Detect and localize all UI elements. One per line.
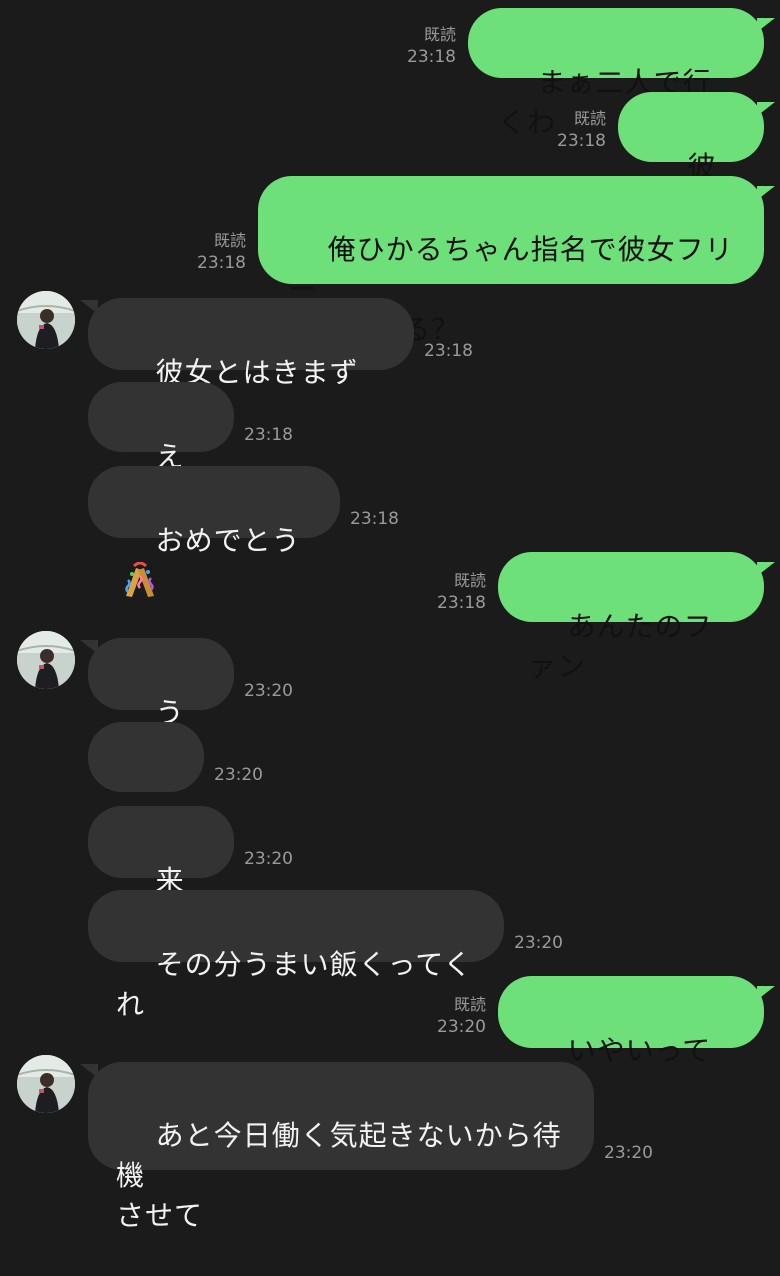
read-receipt: 既読 bbox=[453, 571, 486, 590]
timestamp: 23:18 bbox=[437, 593, 486, 613]
timestamp: 23:20 bbox=[214, 765, 263, 785]
bubble-tail bbox=[757, 562, 775, 576]
contact-avatar[interactable] bbox=[17, 1055, 75, 1113]
timestamp: 23:20 bbox=[514, 933, 563, 953]
timestamp: 23:20 bbox=[244, 681, 293, 701]
outgoing-message-bubble[interactable]: いやいってきた bbox=[498, 976, 764, 1107]
timestamp: 23:18 bbox=[350, 509, 399, 529]
read-receipt: 既読 bbox=[573, 109, 606, 128]
message-meta: 既読 23:20 bbox=[422, 994, 486, 1038]
timestamp: 23:18 bbox=[557, 131, 606, 151]
bubble-tail bbox=[757, 102, 775, 116]
outgoing-message-bubble[interactable]: あんたのファン bbox=[498, 552, 764, 683]
bubble-tail bbox=[757, 18, 775, 32]
bubble-tail bbox=[757, 186, 775, 200]
party-popper-icon bbox=[120, 561, 160, 598]
avatar-photo-icon bbox=[17, 1055, 75, 1113]
timestamp: 23:20 bbox=[437, 1017, 486, 1037]
incoming-message-bubble[interactable]: いや bbox=[88, 722, 204, 853]
contact-avatar[interactable] bbox=[17, 291, 75, 349]
avatar-photo-icon bbox=[17, 631, 75, 689]
read-receipt: 既読 bbox=[453, 995, 486, 1014]
incoming-message-bubble[interactable]: 来んな bbox=[88, 806, 234, 937]
outgoing-message-bubble[interactable]: 俺ひかるちゃん指名で彼女フリー ってできる？ bbox=[258, 176, 764, 346]
outgoing-message-bubble[interactable]: まぁ二人で行くわ bbox=[468, 8, 764, 139]
contact-avatar[interactable] bbox=[17, 631, 75, 689]
incoming-message-bubble[interactable]: うける bbox=[88, 638, 234, 769]
message-meta: 既読 23:18 bbox=[182, 230, 246, 274]
timestamp: 23:18 bbox=[197, 253, 246, 273]
timestamp: 23:20 bbox=[244, 849, 293, 869]
bubble-tail bbox=[757, 986, 775, 1000]
read-receipt: 既読 bbox=[213, 231, 246, 250]
incoming-message-bubble[interactable]: 彼女とはきまずいて bbox=[88, 298, 414, 429]
message-text: おめでとう bbox=[155, 524, 301, 557]
message-meta: 既読 23:18 bbox=[422, 570, 486, 614]
incoming-message-bubble[interactable]: あと今日働く気起きないから待機 させて bbox=[88, 1062, 594, 1232]
incoming-message-bubble[interactable]: えてか bbox=[88, 382, 234, 513]
incoming-message-bubble[interactable]: その分うまい飯くってくれ bbox=[88, 890, 504, 1021]
timestamp: 23:18 bbox=[424, 341, 473, 361]
message-meta: 既読 23:18 bbox=[542, 108, 606, 152]
timestamp: 23:18 bbox=[244, 425, 293, 445]
message-text: あんたのファン bbox=[528, 610, 713, 683]
message-text: あと今日働く気起きないから待機 させて bbox=[116, 1119, 562, 1232]
message-text: その分うまい飯くってくれ bbox=[116, 948, 473, 1021]
timestamp: 23:18 bbox=[407, 47, 456, 67]
incoming-message-bubble[interactable]: おめでとう bbox=[88, 466, 340, 597]
message-meta: 既読 23:18 bbox=[392, 24, 456, 68]
timestamp: 23:20 bbox=[604, 1143, 653, 1163]
outgoing-message-bubble[interactable]: 彼女と bbox=[618, 92, 764, 223]
read-receipt: 既読 bbox=[423, 25, 456, 44]
chat-thread[interactable]: 既読 23:18 まぁ二人で行くわ 既読 23:18 彼女と 既読 23:18 … bbox=[0, 0, 780, 1232]
avatar-photo-icon bbox=[17, 291, 75, 349]
